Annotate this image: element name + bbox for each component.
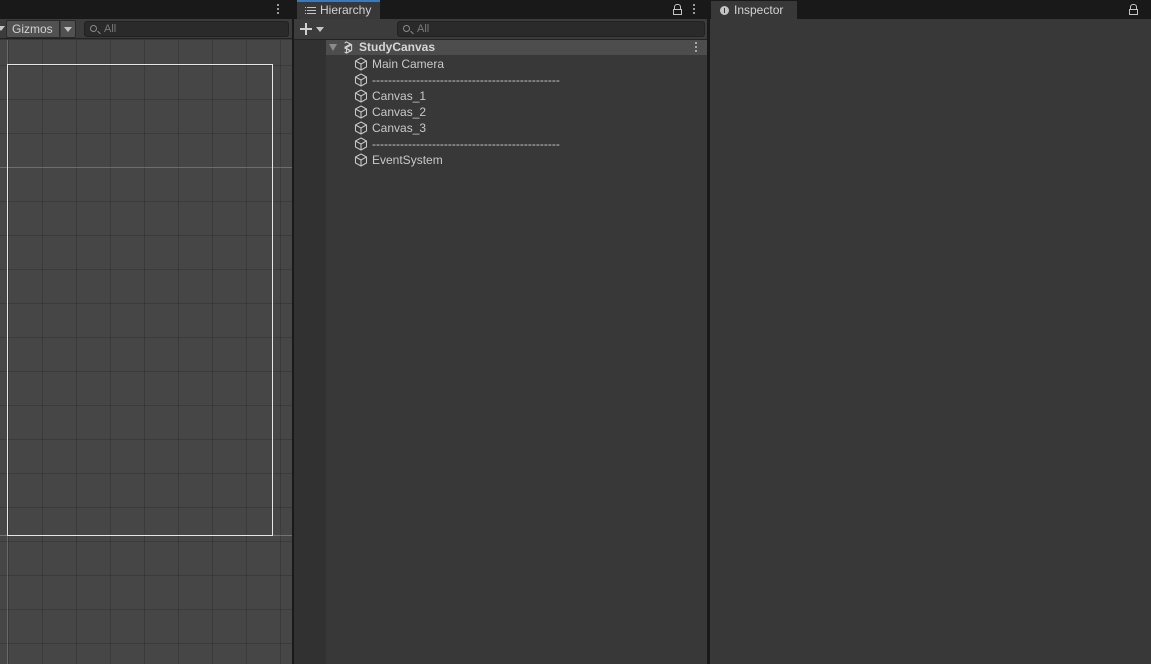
hierarchy-gutter: [294, 40, 326, 664]
cube-icon: [354, 137, 368, 151]
cube-icon: [354, 89, 368, 103]
scene-search-placeholder: All: [104, 23, 117, 35]
gizmos-dropdown-button[interactable]: [60, 20, 76, 38]
cube-icon: [354, 57, 368, 71]
chevron-down-icon: [0, 26, 5, 31]
hierarchy-item-label: Canvas_3: [372, 121, 427, 135]
hierarchy-tab-bar: Hierarchy: [294, 0, 707, 19]
hierarchy-item-label: EventSystem: [372, 153, 443, 167]
inspector-panel: Inspector: [710, 0, 1151, 664]
create-button[interactable]: [300, 22, 326, 37]
scene-toolbar: Gizmos All: [0, 19, 292, 39]
hierarchy-item-separator[interactable]: ----------------------------------------…: [326, 136, 707, 152]
scene-name: StudyCanvas: [359, 40, 436, 54]
hierarchy-item-label: ----------------------------------------…: [372, 73, 560, 87]
tab-inspector-label: Inspector: [734, 3, 784, 17]
scene-view-panel: Gizmos All: [0, 0, 292, 664]
unity-logo-icon: [340, 41, 353, 54]
lock-icon[interactable]: [1129, 4, 1138, 15]
hierarchy-item-label: ----------------------------------------…: [372, 137, 560, 151]
hierarchy-item-canvas-3[interactable]: Canvas_3: [326, 120, 707, 136]
cube-icon: [354, 153, 368, 167]
cube-icon: [354, 121, 368, 135]
tab-inspector[interactable]: Inspector: [711, 1, 798, 19]
scene-search-input[interactable]: All: [84, 21, 289, 37]
scene-row[interactable]: StudyCanvas: [326, 40, 707, 55]
hierarchy-item-label: Main Camera: [372, 57, 445, 71]
scene-menu-kebab-icon[interactable]: [277, 4, 280, 15]
hierarchy-item-canvas-1[interactable]: Canvas_1: [326, 88, 707, 104]
search-icon: [90, 25, 97, 32]
chevron-down-icon: [316, 27, 324, 32]
hierarchy-search-placeholder: All: [417, 23, 430, 35]
tab-hierarchy-label: Hierarchy: [320, 3, 372, 17]
info-icon: [720, 6, 729, 15]
hierarchy-panel: Hierarchy All StudyCanvas Main Camera --…: [294, 0, 707, 664]
gizmos-button[interactable]: Gizmos: [6, 20, 60, 38]
canvas-bounds-rect[interactable]: [7, 64, 273, 536]
hierarchy-item-label: Canvas_2: [372, 105, 427, 119]
hierarchy-item-main-camera[interactable]: Main Camera: [326, 56, 707, 72]
cube-icon: [354, 105, 368, 119]
hierarchy-item-label: Canvas_1: [372, 89, 427, 103]
foldout-arrow-icon[interactable]: [329, 44, 337, 51]
chevron-down-icon: [64, 27, 72, 32]
inspector-tab-bar: Inspector: [710, 0, 1151, 19]
scene-row-kebab-icon[interactable]: [695, 42, 698, 53]
scene-viewport[interactable]: [0, 40, 292, 664]
hierarchy-item-event-system[interactable]: EventSystem: [326, 152, 707, 168]
lock-icon[interactable]: [673, 4, 682, 15]
hierarchy-search-input[interactable]: All: [397, 21, 705, 37]
hierarchy-item-canvas-2[interactable]: Canvas_2: [326, 104, 707, 120]
search-icon: [403, 25, 410, 32]
list-icon: [305, 7, 316, 15]
scene-tab-bar: [0, 0, 292, 19]
hierarchy-toolbar: All: [294, 19, 707, 40]
tab-hierarchy[interactable]: Hierarchy: [297, 0, 381, 19]
hierarchy-menu-kebab-icon[interactable]: [693, 4, 696, 15]
hierarchy-item-separator[interactable]: ----------------------------------------…: [326, 72, 707, 88]
cube-icon: [354, 73, 368, 87]
